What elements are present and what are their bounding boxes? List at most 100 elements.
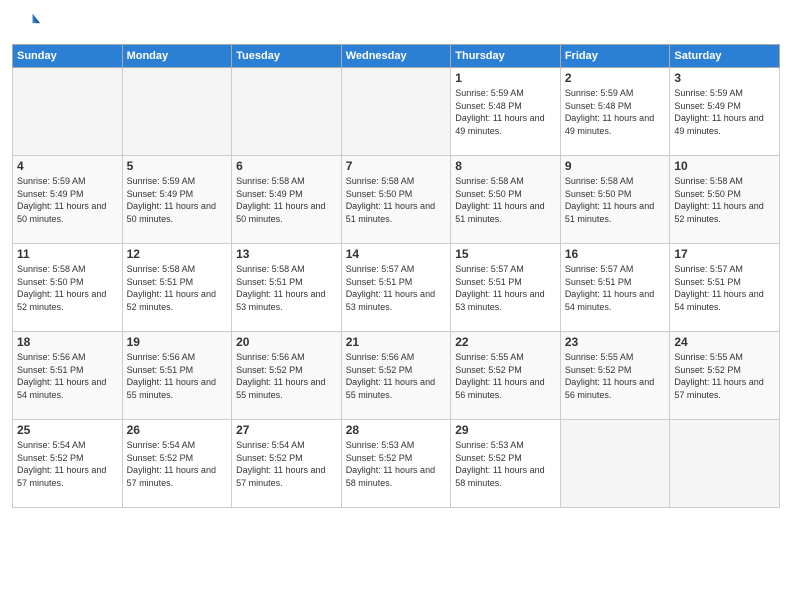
calendar-cell: 28 Sunrise: 5:53 AMSunset: 5:52 PMDayligh… — [341, 420, 451, 508]
calendar-cell: 9 Sunrise: 5:58 AMSunset: 5:50 PMDaylight… — [560, 156, 670, 244]
calendar-header-sunday: Sunday — [13, 45, 123, 68]
calendar-cell: 15 Sunrise: 5:57 AMSunset: 5:51 PMDayligh… — [451, 244, 561, 332]
day-number: 2 — [565, 71, 666, 85]
day-detail: Sunrise: 5:58 AMSunset: 5:50 PMDaylight:… — [346, 175, 447, 225]
day-detail: Sunrise: 5:59 AMSunset: 5:49 PMDaylight:… — [127, 175, 228, 225]
calendar-week-2: 4 Sunrise: 5:59 AMSunset: 5:49 PMDaylight… — [13, 156, 780, 244]
calendar-cell: 27 Sunrise: 5:54 AMSunset: 5:52 PMDayligh… — [232, 420, 342, 508]
calendar-cell: 26 Sunrise: 5:54 AMSunset: 5:52 PMDayligh… — [122, 420, 232, 508]
calendar-week-3: 11 Sunrise: 5:58 AMSunset: 5:50 PMDayligh… — [13, 244, 780, 332]
calendar-cell: 25 Sunrise: 5:54 AMSunset: 5:52 PMDayligh… — [13, 420, 123, 508]
calendar-cell: 1 Sunrise: 5:59 AMSunset: 5:48 PMDaylight… — [451, 68, 561, 156]
calendar-cell: 23 Sunrise: 5:55 AMSunset: 5:52 PMDayligh… — [560, 332, 670, 420]
day-number: 12 — [127, 247, 228, 261]
day-detail: Sunrise: 5:56 AMSunset: 5:52 PMDaylight:… — [236, 351, 337, 401]
day-number: 25 — [17, 423, 118, 437]
calendar-cell: 11 Sunrise: 5:58 AMSunset: 5:50 PMDayligh… — [13, 244, 123, 332]
day-detail: Sunrise: 5:54 AMSunset: 5:52 PMDaylight:… — [127, 439, 228, 489]
day-detail: Sunrise: 5:55 AMSunset: 5:52 PMDaylight:… — [674, 351, 775, 401]
calendar-cell — [122, 68, 232, 156]
day-number: 15 — [455, 247, 556, 261]
day-number: 1 — [455, 71, 556, 85]
calendar-cell: 6 Sunrise: 5:58 AMSunset: 5:49 PMDaylight… — [232, 156, 342, 244]
day-detail: Sunrise: 5:54 AMSunset: 5:52 PMDaylight:… — [236, 439, 337, 489]
calendar-week-5: 25 Sunrise: 5:54 AMSunset: 5:52 PMDayligh… — [13, 420, 780, 508]
calendar-cell: 29 Sunrise: 5:53 AMSunset: 5:52 PMDayligh… — [451, 420, 561, 508]
day-number: 10 — [674, 159, 775, 173]
day-number: 9 — [565, 159, 666, 173]
day-number: 20 — [236, 335, 337, 349]
day-number: 23 — [565, 335, 666, 349]
day-detail: Sunrise: 5:56 AMSunset: 5:51 PMDaylight:… — [127, 351, 228, 401]
day-number: 17 — [674, 247, 775, 261]
day-number: 14 — [346, 247, 447, 261]
day-number: 8 — [455, 159, 556, 173]
day-number: 22 — [455, 335, 556, 349]
calendar-cell: 19 Sunrise: 5:56 AMSunset: 5:51 PMDayligh… — [122, 332, 232, 420]
calendar-header-row: SundayMondayTuesdayWednesdayThursdayFrid… — [13, 45, 780, 68]
calendar-cell: 8 Sunrise: 5:58 AMSunset: 5:50 PMDaylight… — [451, 156, 561, 244]
day-number: 4 — [17, 159, 118, 173]
calendar-table: SundayMondayTuesdayWednesdayThursdayFrid… — [12, 44, 780, 508]
day-number: 26 — [127, 423, 228, 437]
calendar-cell: 4 Sunrise: 5:59 AMSunset: 5:49 PMDaylight… — [13, 156, 123, 244]
day-detail: Sunrise: 5:57 AMSunset: 5:51 PMDaylight:… — [346, 263, 447, 313]
calendar-header-tuesday: Tuesday — [232, 45, 342, 68]
day-detail: Sunrise: 5:59 AMSunset: 5:49 PMDaylight:… — [17, 175, 118, 225]
day-number: 7 — [346, 159, 447, 173]
day-detail: Sunrise: 5:53 AMSunset: 5:52 PMDaylight:… — [346, 439, 447, 489]
day-number: 21 — [346, 335, 447, 349]
day-detail: Sunrise: 5:58 AMSunset: 5:50 PMDaylight:… — [455, 175, 556, 225]
calendar-cell — [560, 420, 670, 508]
calendar-cell — [13, 68, 123, 156]
calendar-cell: 16 Sunrise: 5:57 AMSunset: 5:51 PMDayligh… — [560, 244, 670, 332]
day-detail: Sunrise: 5:58 AMSunset: 5:50 PMDaylight:… — [17, 263, 118, 313]
day-number: 28 — [346, 423, 447, 437]
day-detail: Sunrise: 5:58 AMSunset: 5:49 PMDaylight:… — [236, 175, 337, 225]
day-detail: Sunrise: 5:53 AMSunset: 5:52 PMDaylight:… — [455, 439, 556, 489]
day-detail: Sunrise: 5:56 AMSunset: 5:51 PMDaylight:… — [17, 351, 118, 401]
header — [12, 10, 780, 38]
day-detail: Sunrise: 5:59 AMSunset: 5:48 PMDaylight:… — [565, 87, 666, 137]
calendar-cell: 12Sunrise: 5:58 AMSunset: 5:51 PMDayligh… — [122, 244, 232, 332]
calendar-cell: 3Sunrise: 5:59 AMSunset: 5:49 PMDaylight… — [670, 68, 780, 156]
day-detail: Sunrise: 5:54 AMSunset: 5:52 PMDaylight:… — [17, 439, 118, 489]
day-detail: Sunrise: 5:59 AMSunset: 5:49 PMDaylight:… — [674, 87, 775, 137]
day-number: 11 — [17, 247, 118, 261]
calendar-cell: 18 Sunrise: 5:56 AMSunset: 5:51 PMDayligh… — [13, 332, 123, 420]
calendar-cell: 22 Sunrise: 5:55 AMSunset: 5:52 PMDayligh… — [451, 332, 561, 420]
logo — [12, 10, 44, 38]
day-detail: Sunrise: 5:57 AMSunset: 5:51 PMDaylight:… — [455, 263, 556, 313]
day-detail: Sunrise: 5:57 AMSunset: 5:51 PMDaylight:… — [565, 263, 666, 313]
day-detail: Sunrise: 5:56 AMSunset: 5:52 PMDaylight:… — [346, 351, 447, 401]
day-number: 19 — [127, 335, 228, 349]
day-number: 13 — [236, 247, 337, 261]
calendar-cell — [341, 68, 451, 156]
day-detail: Sunrise: 5:59 AMSunset: 5:48 PMDaylight:… — [455, 87, 556, 137]
calendar-cell: 14 Sunrise: 5:57 AMSunset: 5:51 PMDayligh… — [341, 244, 451, 332]
page-container: SundayMondayTuesdayWednesdayThursdayFrid… — [0, 0, 792, 612]
calendar-week-1: 1 Sunrise: 5:59 AMSunset: 5:48 PMDaylight… — [13, 68, 780, 156]
calendar-cell: 20 Sunrise: 5:56 AMSunset: 5:52 PMDayligh… — [232, 332, 342, 420]
day-number: 6 — [236, 159, 337, 173]
calendar-week-4: 18 Sunrise: 5:56 AMSunset: 5:51 PMDayligh… — [13, 332, 780, 420]
day-number: 16 — [565, 247, 666, 261]
day-detail: Sunrise: 5:58 AMSunset: 5:50 PMDaylight:… — [565, 175, 666, 225]
calendar-cell: 17Sunrise: 5:57 AMSunset: 5:51 PMDayligh… — [670, 244, 780, 332]
calendar-header-monday: Monday — [122, 45, 232, 68]
day-detail: Sunrise: 5:55 AMSunset: 5:52 PMDaylight:… — [565, 351, 666, 401]
day-number: 18 — [17, 335, 118, 349]
calendar-cell: 2 Sunrise: 5:59 AMSunset: 5:48 PMDaylight… — [560, 68, 670, 156]
calendar-cell: 13 Sunrise: 5:58 AMSunset: 5:51 PMDayligh… — [232, 244, 342, 332]
calendar-cell: 10Sunrise: 5:58 AMSunset: 5:50 PMDayligh… — [670, 156, 780, 244]
day-number: 27 — [236, 423, 337, 437]
calendar-cell: 21 Sunrise: 5:56 AMSunset: 5:52 PMDayligh… — [341, 332, 451, 420]
calendar-header-wednesday: Wednesday — [341, 45, 451, 68]
day-detail: Sunrise: 5:58 AMSunset: 5:51 PMDaylight:… — [236, 263, 337, 313]
calendar-header-saturday: Saturday — [670, 45, 780, 68]
day-detail: Sunrise: 5:55 AMSunset: 5:52 PMDaylight:… — [455, 351, 556, 401]
calendar-cell — [670, 420, 780, 508]
calendar-cell: 7 Sunrise: 5:58 AMSunset: 5:50 PMDaylight… — [341, 156, 451, 244]
day-number: 29 — [455, 423, 556, 437]
calendar-header-friday: Friday — [560, 45, 670, 68]
